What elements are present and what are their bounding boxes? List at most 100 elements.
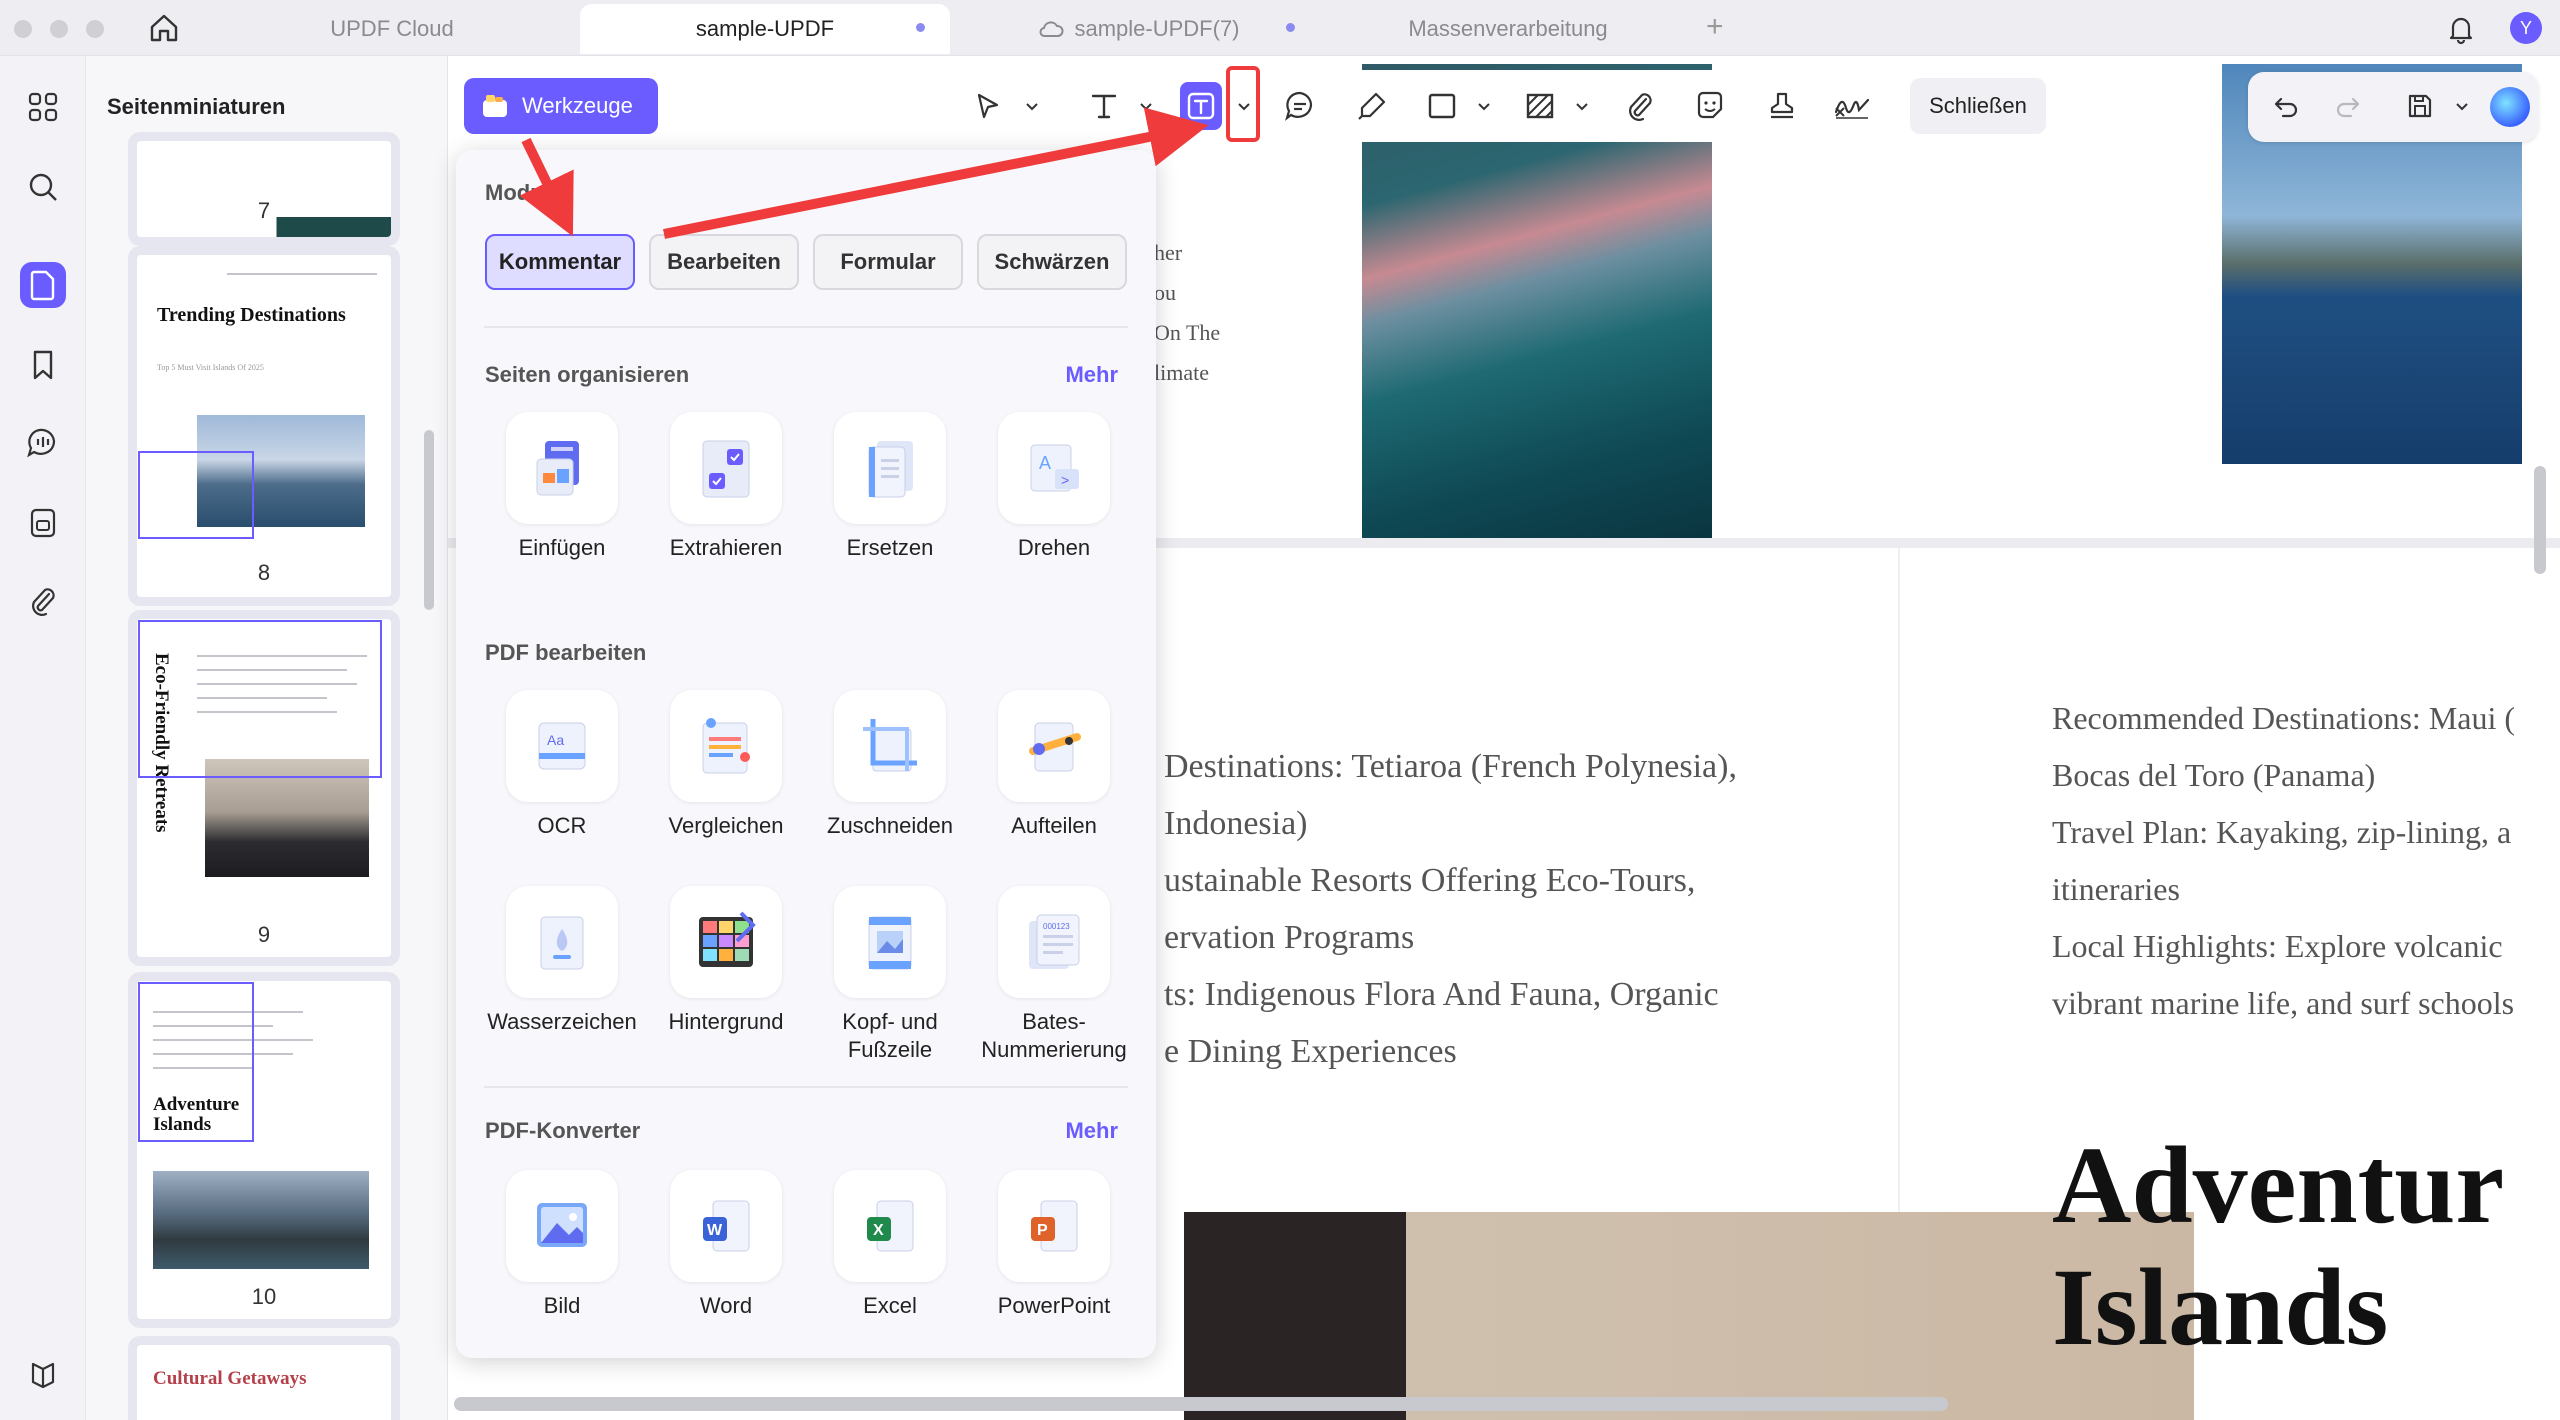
thumbnail-selection-box [138, 451, 254, 539]
werkzeuge-button[interactable]: Werkzeuge [464, 78, 658, 134]
background-icon [670, 886, 782, 998]
page-text-line: Local Highlights: Explore volcanic [2052, 928, 2503, 964]
thumbnail-page-number: 10 [251, 1284, 277, 1309]
home-icon[interactable] [146, 10, 182, 46]
convert-to-excel-button[interactable]: X Excel [808, 1170, 972, 1320]
chevron-down-icon[interactable] [1476, 98, 1492, 114]
rectangle-shape-icon[interactable] [1422, 86, 1462, 126]
thumbnail-page-11[interactable]: Cultural Getaways [128, 1336, 400, 1420]
bates-icon: 000123 [998, 886, 1110, 998]
tab-modified-dot [1286, 23, 1295, 32]
rotate-button[interactable]: A > Drehen [972, 412, 1136, 562]
convert-to-image-button[interactable]: Bild [480, 1170, 644, 1320]
thumbnail-page-10[interactable]: Adventure Islands [128, 972, 400, 1328]
new-tab-plus-icon[interactable]: + [1706, 12, 1724, 42]
select-arrow-icon[interactable] [968, 86, 1008, 126]
tab-updf-cloud[interactable]: UPDF Cloud [212, 4, 572, 54]
highlighter-icon[interactable] [1352, 86, 1392, 126]
thumbnail-page-7[interactable] [128, 132, 400, 246]
page-text-line: Recommended Destinations: Maui ( [2052, 700, 2516, 736]
thumbnail-subtitle: Top 5 Must Visit Islands Of 2025 [157, 363, 264, 372]
compare-button[interactable]: Vergleichen [644, 690, 808, 840]
attachments-page-icon[interactable] [20, 500, 66, 546]
page-text-line: ervation Programs [1164, 919, 1415, 956]
redo-icon[interactable] [2328, 86, 2368, 126]
thumbnail-scrollbar[interactable] [424, 430, 434, 610]
undo-icon[interactable] [2266, 86, 2306, 126]
save-icon[interactable] [2400, 86, 2440, 126]
text-tool-icon[interactable] [1084, 86, 1124, 126]
replace-icon [834, 412, 946, 524]
thumbnail-page-8[interactable]: Trending Destinations Top 5 Must Visit I… [128, 246, 400, 606]
thumbnail-heading: Cultural Getaways [153, 1368, 307, 1389]
split-icon [998, 690, 1110, 802]
window-zoom-button[interactable] [86, 20, 104, 38]
powerpoint-icon: P [998, 1170, 1110, 1282]
convert-to-word-button[interactable]: W Word [644, 1170, 808, 1320]
search-icon[interactable] [20, 164, 66, 210]
tab-sample-updf-7[interactable]: sample-UPDF(7) [954, 4, 1324, 54]
svg-text:Aa: Aa [547, 732, 564, 748]
textbox-tool-icon[interactable] [1180, 82, 1222, 130]
attachment-clip-icon[interactable] [1620, 86, 1660, 126]
sticker-icon[interactable] [1690, 86, 1730, 126]
crop-button[interactable]: Zuschneiden [808, 690, 972, 840]
watermark-icon [506, 886, 618, 998]
section-title: PDF-Konverter [485, 1118, 641, 1143]
mode-kommentar-button[interactable]: Kommentar [485, 234, 635, 290]
extract-button[interactable]: Extrahieren [644, 412, 808, 562]
svg-text:A: A [1039, 453, 1051, 473]
thumbnail-selection-box [138, 620, 382, 778]
header-footer-button[interactable]: Kopf- und Fußzeile [808, 886, 972, 1063]
tab-sample-updf[interactable]: sample-UPDF [580, 4, 950, 54]
page-text-line: ts: Indigenous Flora And Fauna, Organic [1164, 976, 1719, 1013]
more-link[interactable]: Mehr [1065, 362, 1118, 388]
stamp-icon[interactable] [1762, 86, 1802, 126]
thumbnail-image [153, 1171, 369, 1269]
window-minimize-button[interactable] [50, 20, 68, 38]
close-comment-mode-button[interactable]: Schließen [1910, 78, 2046, 134]
page-text-line: itineraries [2052, 871, 2180, 907]
window-close-button[interactable] [14, 20, 32, 38]
background-button[interactable]: Hintergrund [644, 886, 808, 1036]
ocr-icon: Aa [506, 690, 618, 802]
area-hatch-icon[interactable] [1520, 86, 1560, 126]
insert-button[interactable]: Einfügen [480, 412, 644, 562]
compare-icon [670, 690, 782, 802]
bell-icon[interactable] [2444, 12, 2478, 46]
page-text-line: vibrant marine life, and surf schools [2052, 985, 2515, 1021]
signature-icon[interactable] [1832, 86, 1872, 126]
excel-icon: X [834, 1170, 946, 1282]
document-horizontal-scrollbar[interactable] [454, 1397, 1948, 1411]
extract-icon [670, 412, 782, 524]
chevron-down-icon[interactable] [2454, 98, 2470, 114]
ocr-button[interactable]: Aa OCR [480, 690, 644, 840]
thumbnail-page-9[interactable]: Eco-Friendly Retreats [128, 610, 400, 966]
apps-grid-icon[interactable] [20, 84, 66, 130]
chevron-down-icon[interactable] [1574, 98, 1590, 114]
bookmark-icon[interactable] [20, 342, 66, 388]
document-vertical-scrollbar[interactable] [2534, 466, 2546, 574]
comment-bubble-icon[interactable] [1280, 86, 1320, 126]
chevron-down-icon[interactable] [1024, 98, 1040, 114]
paperclip-icon[interactable] [20, 578, 66, 624]
convert-to-powerpoint-button[interactable]: P PowerPoint [972, 1170, 1136, 1320]
comments-icon[interactable] [20, 420, 66, 466]
watermark-button[interactable]: Wasserzeichen [480, 886, 644, 1036]
document-image-bottom [1184, 1212, 2194, 1420]
layers-icon[interactable] [20, 1352, 66, 1398]
tab-massenverarbeitung[interactable]: Massenverarbeitung [1328, 4, 1688, 54]
thumbnail-selection-box [138, 982, 254, 1142]
ai-assistant-icon[interactable] [2490, 87, 2530, 127]
more-link[interactable]: Mehr [1065, 1118, 1118, 1144]
replace-button[interactable]: Ersetzen [808, 412, 972, 562]
page-text-fragment: limate [1154, 360, 1209, 385]
thumbnails-icon[interactable] [20, 262, 66, 308]
mode-formular-button[interactable]: Formular [813, 234, 963, 290]
chevron-down-icon[interactable] [1138, 98, 1154, 114]
split-button[interactable]: Aufteilen [972, 690, 1136, 840]
mode-schwaerzen-button[interactable]: Schwärzen [977, 234, 1127, 290]
bates-numbering-button[interactable]: 000123 Bates-Nummerierung [972, 886, 1136, 1063]
mode-bearbeiten-button[interactable]: Bearbeiten [649, 234, 799, 290]
avatar[interactable]: Y [2510, 12, 2542, 44]
